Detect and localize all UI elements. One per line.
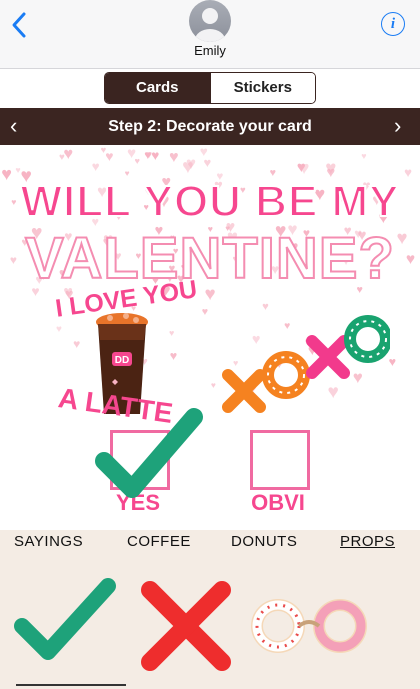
heart-decoration-icon: ♥ bbox=[201, 305, 209, 318]
donut-glasses-sticker-option[interactable] bbox=[250, 598, 368, 654]
checkmark-sticker-option[interactable] bbox=[12, 576, 118, 662]
category-donuts[interactable]: DONUTS bbox=[231, 533, 297, 550]
heart-decoration-icon: ♥ bbox=[105, 147, 114, 164]
contact-name[interactable]: Emily bbox=[160, 43, 260, 58]
sticker-tray bbox=[0, 554, 420, 689]
heart-decoration-icon: ♥ bbox=[361, 150, 367, 161]
heart-decoration-icon: ♥ bbox=[151, 147, 160, 163]
card-canvas[interactable]: ♥ ♥ ♥ ♥ ♥ ♥ ♥ ♥ ♥ ♥ ♥ ♥ ♥ ♥ ♥ ♥ ♥ ♥ ♥ ♥ ♥ ♥ ♥ ♥ ♥ ♥ ♥ ♥ ♥ ♥ ♥ ♥ ♥ ♥ ♥ ♥ ♥ ♥ ♥ ♥… bbox=[0, 145, 420, 530]
heart-decoration-icon: ♥ bbox=[124, 167, 130, 178]
heart-decoration-icon: ♥ bbox=[296, 158, 306, 176]
category-props[interactable]: PROPS bbox=[340, 533, 395, 550]
cards-tab[interactable]: Cards bbox=[105, 73, 210, 103]
obvi-label: OBVI bbox=[251, 490, 305, 515]
category-coffee[interactable]: COFFEE bbox=[127, 533, 191, 550]
heart-decoration-icon: ♥ bbox=[144, 147, 152, 162]
info-icon[interactable]: i bbox=[381, 12, 405, 36]
svg-text:DD: DD bbox=[115, 355, 129, 366]
heart-decoration-icon: ♥ bbox=[15, 164, 21, 175]
heart-decoration-icon: ♥ bbox=[210, 379, 216, 390]
cards-stickers-toggle: Cards Stickers bbox=[104, 72, 316, 104]
x-mark-sticker-option[interactable] bbox=[138, 578, 234, 674]
contact-avatar[interactable] bbox=[189, 0, 231, 42]
step-bar: ‹ Step 2: Decorate your card › bbox=[0, 108, 420, 145]
message-header: Emily i bbox=[0, 0, 420, 69]
heart-decoration-icon: ♥ bbox=[91, 159, 100, 175]
category-sayings[interactable]: SAYINGS bbox=[14, 533, 83, 550]
heart-decoration-icon: ♥ bbox=[169, 348, 178, 363]
card-valentine-text: VALENTINE? bbox=[24, 225, 395, 292]
sticker-categories: SAYINGS COFFEE DONUTS PROPS bbox=[0, 530, 420, 554]
next-step-icon[interactable]: › bbox=[394, 108, 401, 143]
heart-decoration-icon: ♥ bbox=[168, 327, 175, 338]
person-icon bbox=[195, 8, 225, 42]
obvi-checkbox[interactable] bbox=[250, 430, 310, 490]
selected-item-underline bbox=[16, 684, 126, 686]
heart-decoration-icon: ♥ bbox=[73, 336, 81, 351]
card-headline: WILL YOU BE MY bbox=[19, 176, 400, 227]
heart-decoration-icon: ♥ bbox=[169, 147, 179, 166]
heart-decoration-icon: ♥ bbox=[58, 151, 65, 163]
xoxo-donuts-sticker[interactable] bbox=[220, 305, 390, 415]
back-chevron-icon[interactable] bbox=[8, 10, 32, 40]
heart-decoration-icon: ♥ bbox=[56, 323, 62, 335]
heart-decoration-icon: ♥ bbox=[134, 155, 141, 166]
stickers-tab[interactable]: Stickers bbox=[209, 73, 315, 103]
checkmark-sticker[interactable] bbox=[92, 403, 204, 503]
step-title: Step 2: Decorate your card bbox=[108, 118, 312, 135]
heart-decoration-icon: ♥ bbox=[203, 154, 212, 170]
heart-decoration-icon: ♥ bbox=[185, 154, 197, 174]
previous-step-icon[interactable]: ‹ bbox=[10, 108, 17, 143]
